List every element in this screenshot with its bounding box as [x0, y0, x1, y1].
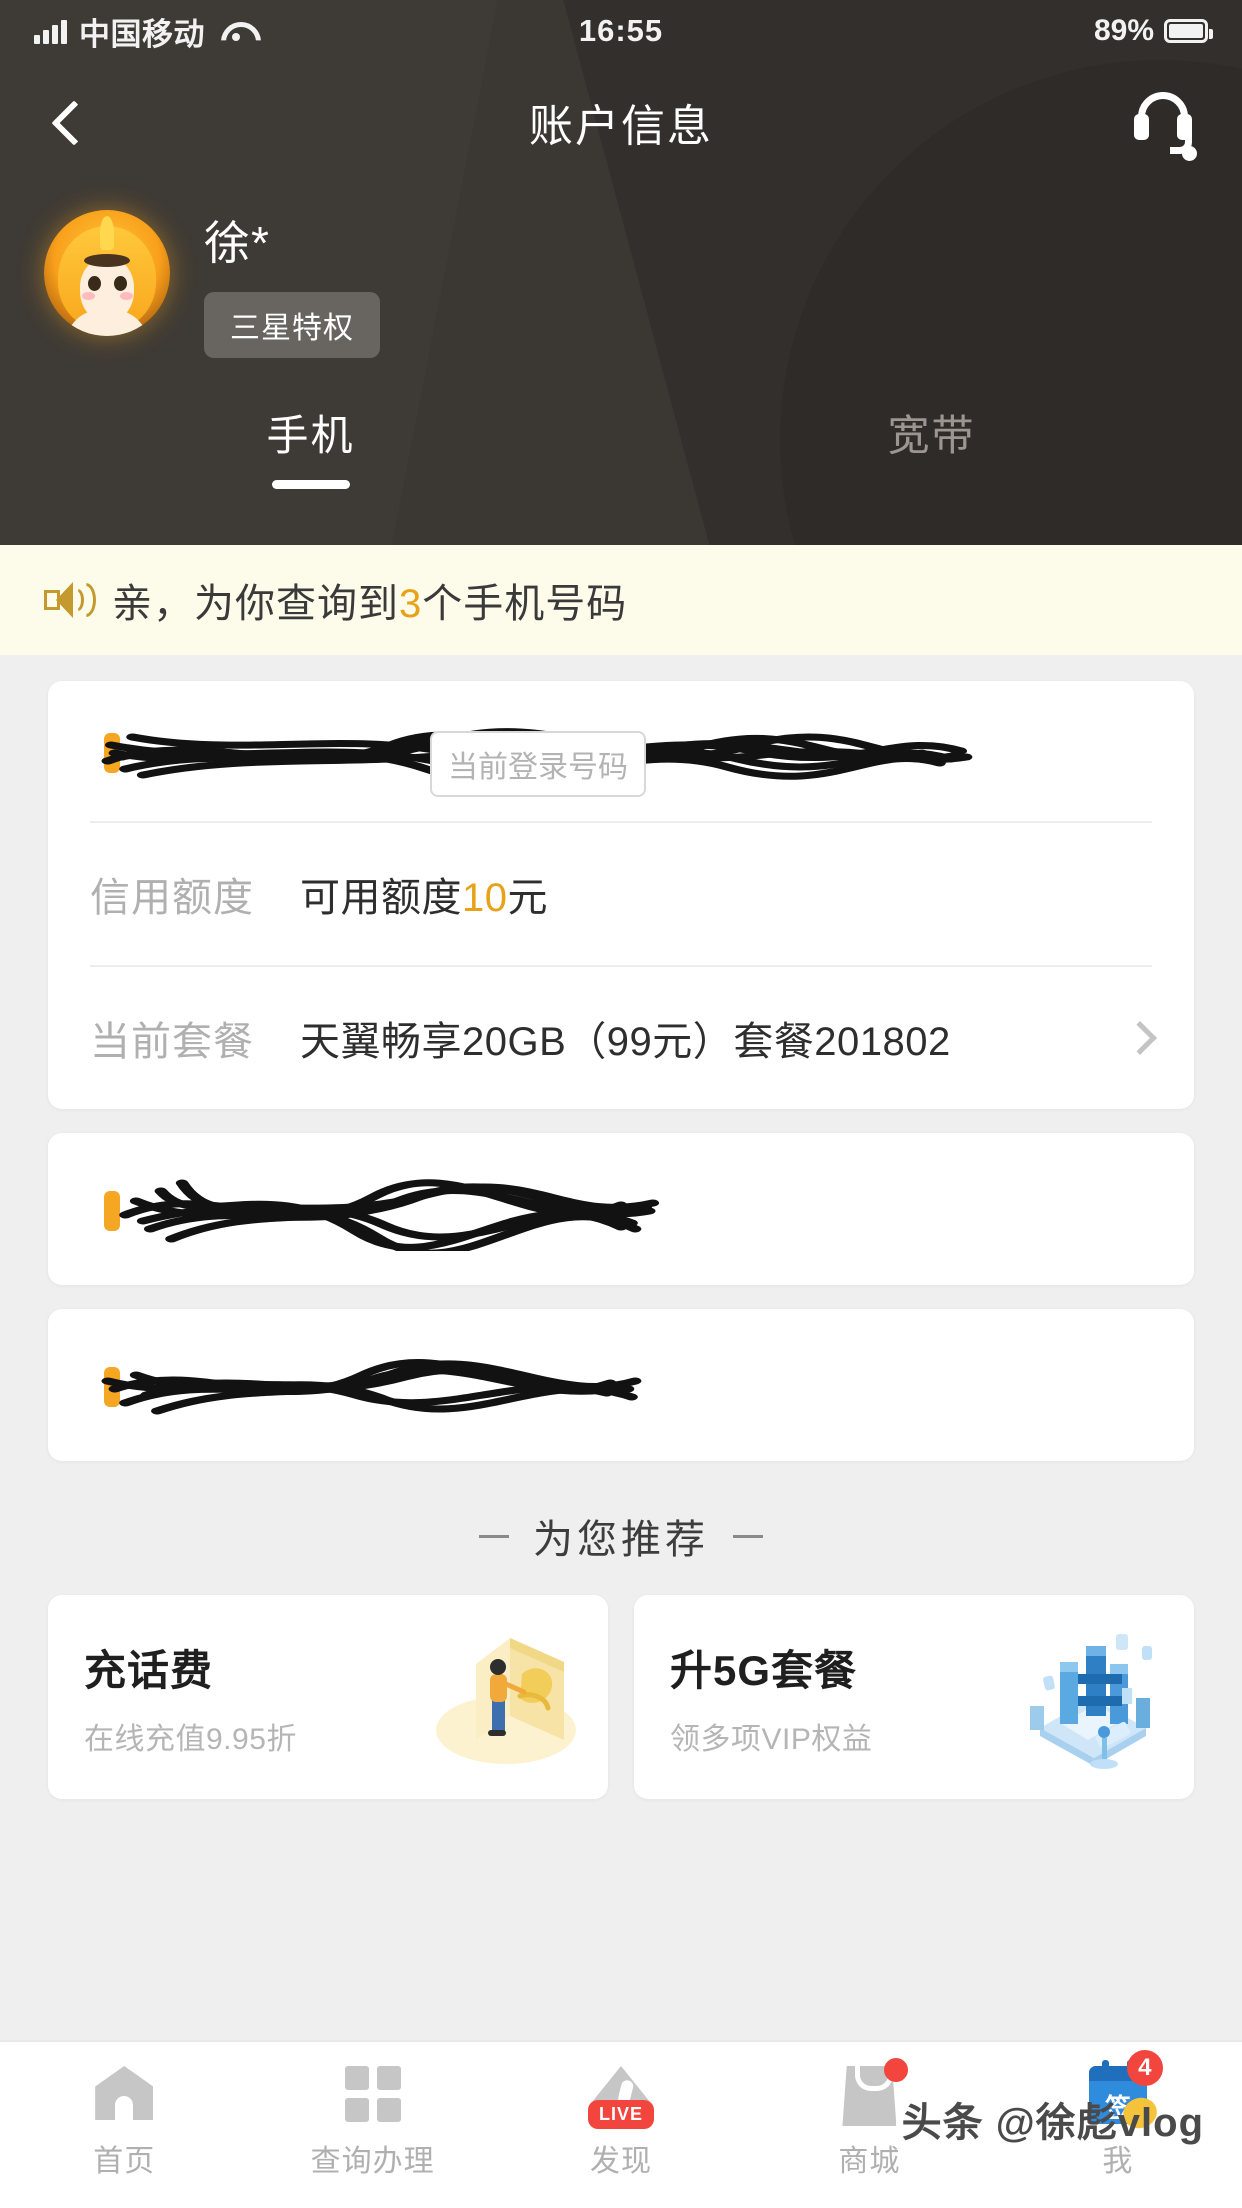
- phone-number-redacted: [90, 1343, 1152, 1427]
- wallet-coin-illustration: [436, 1638, 576, 1764]
- notice-suffix: 个手机号码: [422, 582, 628, 626]
- recommend-grid: 充话费 在线充值9.95折 升5G套餐 领多项VIP权益: [48, 1595, 1194, 1799]
- redaction-scribble: [101, 1359, 642, 1415]
- 5g-network-illustration: [1030, 1634, 1152, 1769]
- nav-item-discover-label: 发现: [590, 2145, 653, 2178]
- profile-info: 徐* 三星特权: [204, 210, 380, 358]
- account-number-row[interactable]: [48, 1309, 1194, 1461]
- status-bar: 中国移动 16:55 89%: [0, 0, 1242, 62]
- compass-icon: LIVE: [588, 2062, 655, 2129]
- app-screen: 中国移动 16:55 89% 账户信息 徐* 三星特权 手机 宽带 亲，为你查询…: [0, 0, 1242, 2208]
- recommend-card-5g[interactable]: 升5G套餐 领多项VIP权益: [634, 1595, 1194, 1799]
- watermark: 头条 @徐彪vlog: [901, 2101, 1204, 2145]
- account-card-third[interactable]: [48, 1309, 1194, 1461]
- account-number-row[interactable]: [48, 1133, 1194, 1285]
- account-number-row[interactable]: 当前登录号码: [48, 681, 1194, 821]
- current-plan-row[interactable]: 当前套餐 天翼畅享20GB（99元）套餐201802: [48, 967, 1194, 1109]
- heading-dash-right: [733, 1534, 763, 1538]
- credit-limit-value: 可用额度10元: [300, 865, 1152, 923]
- recommend-title: 升5G套餐: [670, 1646, 858, 1694]
- tab-broadband-label: 宽带: [887, 412, 976, 459]
- membership-badge[interactable]: 三星特权: [204, 292, 380, 358]
- header-panel: 中国移动 16:55 89% 账户信息 徐* 三星特权 手机 宽带: [0, 0, 1242, 545]
- recommend-card-text: 充话费 在线充值9.95折: [84, 1637, 297, 1758]
- content-area: 当前登录号码 信用额度 可用额度10元 当前套餐 天翼畅享20GB（99元）套餐…: [0, 655, 1242, 2040]
- current-login-tag: 当前登录号码: [430, 731, 646, 797]
- notice-banner[interactable]: 亲，为你查询到3个手机号码: [0, 545, 1242, 655]
- phone-number-redacted: 当前登录号码: [90, 709, 1152, 797]
- nav-item-query[interactable]: 查询办理: [248, 2062, 496, 2180]
- nav-item-home-label: 首页: [93, 2145, 156, 2178]
- notice-count: 3: [399, 582, 423, 626]
- chevron-right-icon[interactable]: [1123, 1021, 1157, 1055]
- credit-value-suffix: 元: [507, 876, 548, 920]
- account-card-second[interactable]: [48, 1133, 1194, 1285]
- recommend-heading: 为您推荐: [48, 1507, 1194, 1565]
- home-icon: [93, 2062, 155, 2124]
- credit-value-amount: 10: [462, 876, 508, 920]
- redaction-scribble: [119, 1179, 660, 1251]
- page-title: 账户信息: [529, 102, 713, 151]
- recommend-subtitle: 在线充值9.95折: [84, 1722, 297, 1756]
- battery-icon: [1164, 19, 1213, 43]
- section-tabs: 手机 宽带: [0, 402, 1242, 489]
- user-name: 徐*: [204, 217, 270, 269]
- profile-section: 徐* 三星特权: [0, 182, 1242, 358]
- notification-dot: [884, 2058, 909, 2082]
- tab-mobile-label: 手机: [266, 412, 355, 459]
- headset-icon[interactable]: [1128, 90, 1198, 161]
- nav-item-discover[interactable]: LIVE 发现: [497, 2062, 745, 2180]
- grid-icon: [342, 2062, 404, 2124]
- tab-mobile[interactable]: 手机: [0, 402, 621, 489]
- recommend-subtitle: 领多项VIP权益: [670, 1722, 873, 1756]
- heading-dash-left: [479, 1534, 509, 1538]
- current-plan-value: 天翼畅享20GB（99元）套餐201802: [300, 1020, 951, 1064]
- live-badge: LIVE: [588, 2100, 655, 2129]
- speaker-announce-icon: [44, 580, 96, 620]
- recommend-card-text: 升5G套餐 领多项VIP权益: [670, 1637, 872, 1758]
- notice-banner-text: 亲，为你查询到3个手机号码: [112, 571, 627, 629]
- tab-broadband[interactable]: 宽带: [621, 402, 1242, 489]
- credit-limit-label: 信用额度: [90, 876, 254, 920]
- phone-number-redacted: [90, 1167, 1152, 1251]
- account-card-primary[interactable]: 当前登录号码 信用额度 可用额度10元 当前套餐 天翼畅享20GB（99元）套餐…: [48, 681, 1194, 1109]
- nav-item-home[interactable]: 首页: [0, 2062, 248, 2180]
- current-plan-label: 当前套餐: [90, 1020, 254, 1064]
- credit-value-prefix: 可用额度: [300, 876, 462, 920]
- recommend-heading-label: 为您推荐: [533, 1518, 709, 1562]
- credit-limit-row: 信用额度 可用额度10元: [48, 823, 1194, 965]
- avatar[interactable]: [44, 210, 170, 336]
- recommend-card-recharge[interactable]: 充话费 在线充值9.95折: [48, 1595, 608, 1799]
- status-bar-time: 16:55: [578, 13, 664, 48]
- nav-bar: 账户信息: [0, 62, 1242, 182]
- shop-bag-icon: [838, 2058, 909, 2126]
- recommend-title: 充话费: [84, 1646, 214, 1694]
- notice-prefix: 亲，为你查询到: [112, 582, 399, 626]
- notification-count-badge: 4: [1126, 2050, 1163, 2086]
- nav-item-shop-label: 商城: [838, 2145, 901, 2178]
- nav-item-query-label: 查询办理: [310, 2145, 435, 2178]
